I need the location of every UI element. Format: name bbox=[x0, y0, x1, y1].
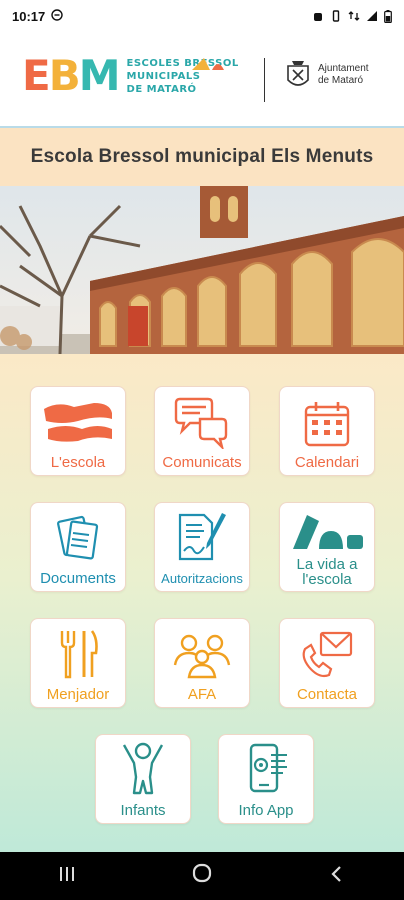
menu-tile-label: Infants bbox=[120, 802, 166, 819]
phone-settings-icon bbox=[249, 743, 287, 793]
signature-icon bbox=[178, 513, 226, 561]
people-icon bbox=[173, 634, 231, 679]
home-button[interactable] bbox=[172, 862, 232, 890]
main-menu: L'escola Comunicats Calendari Documents bbox=[0, 354, 404, 852]
menu-tile-contacta[interactable]: Contacta bbox=[279, 618, 375, 708]
status-bar: 10:17 bbox=[0, 0, 404, 32]
app-header: E B M ESCOLES BRESSOL MUNICIPALS DE MATA… bbox=[0, 32, 404, 126]
header-divider bbox=[264, 58, 265, 102]
menu-tile-infants[interactable]: Infants bbox=[95, 734, 191, 824]
chat-bubbles-icon bbox=[174, 397, 228, 449]
menu-tile-comunicats[interactable]: Comunicats bbox=[154, 386, 250, 476]
signal-icon bbox=[366, 10, 378, 22]
logo-sub-line-3: DE MATARÓ bbox=[126, 83, 197, 95]
menu-tile-label: L'escola bbox=[50, 454, 106, 471]
menu-tile-la-vida-a-lescola[interactable]: La vida a l'escola bbox=[279, 502, 375, 592]
menu-tile-label: Calendari bbox=[294, 454, 360, 471]
logo-letter-b: B bbox=[48, 51, 81, 100]
school-photo bbox=[0, 186, 404, 354]
calendar-icon bbox=[304, 402, 350, 447]
menu-tile-label: La vida a l'escola bbox=[296, 556, 358, 588]
documents-icon bbox=[57, 515, 99, 560]
logo-letter-e: E bbox=[22, 51, 51, 100]
battery-icon bbox=[384, 9, 392, 23]
vibrate-icon bbox=[330, 10, 342, 22]
school-title-banner: Escola Bressol municipal Els Menuts bbox=[0, 126, 404, 186]
menu-tile-label: Autoritzacions bbox=[161, 571, 243, 586]
menu-tile-label: Menjador bbox=[46, 686, 110, 703]
sync-icon bbox=[51, 8, 63, 24]
system-nav-bar bbox=[0, 852, 404, 900]
ajuntament-logo: Ajuntament de Mataró bbox=[284, 58, 369, 92]
menu-tile-documents[interactable]: Documents bbox=[30, 502, 126, 592]
logo-letter-m: M bbox=[78, 51, 121, 100]
menu-tile-info-app[interactable]: Info App bbox=[218, 734, 314, 824]
phone-mail-icon bbox=[302, 631, 353, 678]
child-icon bbox=[122, 742, 164, 795]
menu-tile-label: Documents bbox=[40, 570, 116, 587]
alarm-icon bbox=[312, 10, 324, 22]
menu-tile-label: Comunicats bbox=[162, 454, 242, 471]
ajuntament-line-1: Ajuntament bbox=[318, 63, 369, 74]
cutlery-icon bbox=[60, 630, 98, 679]
ajuntament-line-2: de Mataró bbox=[318, 75, 364, 86]
school-building-icon bbox=[44, 403, 112, 442]
menu-tile-autoritzacions[interactable]: Autoritzacions bbox=[154, 502, 250, 592]
school-life-icon bbox=[293, 515, 363, 549]
recent-apps-button[interactable] bbox=[37, 863, 97, 889]
data-icon bbox=[348, 10, 360, 22]
back-button[interactable] bbox=[307, 863, 367, 889]
logo-decoration-icon bbox=[192, 58, 224, 70]
menu-tile-label: AFA bbox=[187, 686, 217, 703]
menu-tile-afa[interactable]: AFA bbox=[154, 618, 250, 708]
status-time: 10:17 bbox=[12, 8, 46, 24]
school-title: Escola Bressol municipal Els Menuts bbox=[30, 146, 374, 167]
menu-tile-menjador[interactable]: Menjador bbox=[30, 618, 126, 708]
menu-tile-lescola[interactable]: L'escola bbox=[30, 386, 126, 476]
menu-tile-label: Info App bbox=[238, 802, 294, 819]
menu-tile-calendari[interactable]: Calendari bbox=[279, 386, 375, 476]
menu-tile-label: Contacta bbox=[296, 686, 358, 703]
coat-of-arms-icon bbox=[287, 61, 309, 86]
